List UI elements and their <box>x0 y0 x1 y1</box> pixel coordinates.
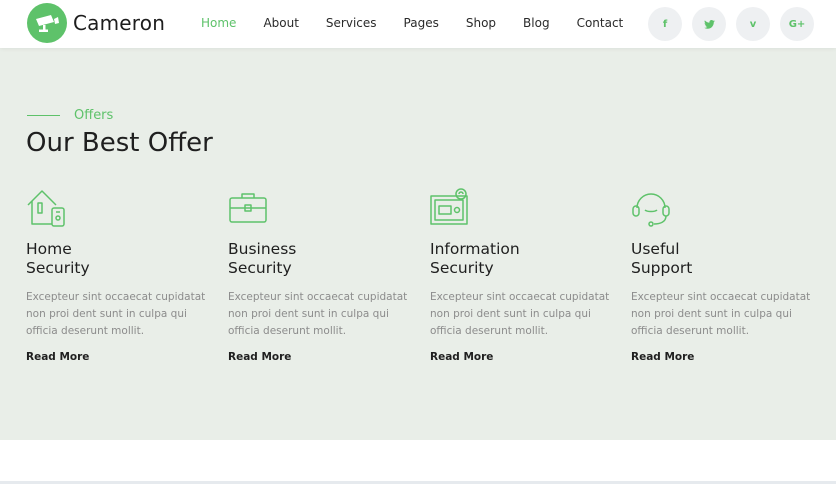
smart-home-icon <box>26 188 68 228</box>
brand-logo[interactable]: Cameron <box>27 3 165 43</box>
offer-card-useful-support: Useful Support Excepteur sint occaecat c… <box>631 188 821 365</box>
read-more-link[interactable]: Read More <box>430 351 493 363</box>
twitter-icon[interactable] <box>692 7 726 41</box>
headset-icon <box>631 188 673 228</box>
nav-blog[interactable]: Blog <box>523 16 550 30</box>
nav-services[interactable]: Services <box>326 16 377 30</box>
card-title: Information Security <box>430 240 520 277</box>
card-title: Business Security <box>228 240 297 277</box>
section-eyebrow: Offers <box>27 108 113 123</box>
card-title: Home Security <box>26 240 90 277</box>
offer-card-business-security: Business Security Excepteur sint occaeca… <box>228 188 418 365</box>
nav-about[interactable]: About <box>263 16 298 30</box>
card-description: Excepteur sint occaecat cupidatat non pr… <box>228 291 408 337</box>
google-plus-icon[interactable]: G+ <box>780 7 814 41</box>
offer-card-information-security: Information Security Excepteur sint occa… <box>430 188 620 365</box>
eyebrow-divider <box>27 115 60 116</box>
card-description: Excepteur sint occaecat cupidatat non pr… <box>631 291 811 337</box>
nav-pages[interactable]: Pages <box>404 16 439 30</box>
nav-shop[interactable]: Shop <box>466 16 496 30</box>
read-more-link[interactable]: Read More <box>631 351 694 363</box>
offers-section: Offers Our Best Offer Home Security Exce… <box>0 48 836 440</box>
cctv-camera-icon <box>27 3 67 43</box>
card-description: Excepteur sint occaecat cupidatat non pr… <box>430 291 610 337</box>
nav-contact[interactable]: Contact <box>577 16 624 30</box>
main-nav: Home About Services Pages Shop Blog Cont… <box>201 16 650 30</box>
read-more-link[interactable]: Read More <box>228 351 291 363</box>
vimeo-icon[interactable]: v <box>736 7 770 41</box>
card-description: Excepteur sint occaecat cupidatat non pr… <box>26 291 206 337</box>
read-more-link[interactable]: Read More <box>26 351 89 363</box>
safe-icon <box>430 188 472 228</box>
briefcase-icon <box>228 188 270 228</box>
offer-card-home-security: Home Security Excepteur sint occaecat cu… <box>26 188 216 365</box>
facebook-icon[interactable]: f <box>648 7 682 41</box>
brand-name: Cameron <box>73 11 166 35</box>
section-title: Our Best Offer <box>26 128 213 158</box>
nav-home[interactable]: Home <box>201 16 236 30</box>
card-title: Useful Support <box>631 240 693 277</box>
site-header: Cameron Home About Services Pages Shop B… <box>0 0 836 48</box>
eyebrow-label: Offers <box>74 108 114 123</box>
social-links: f v G+ <box>648 7 824 41</box>
